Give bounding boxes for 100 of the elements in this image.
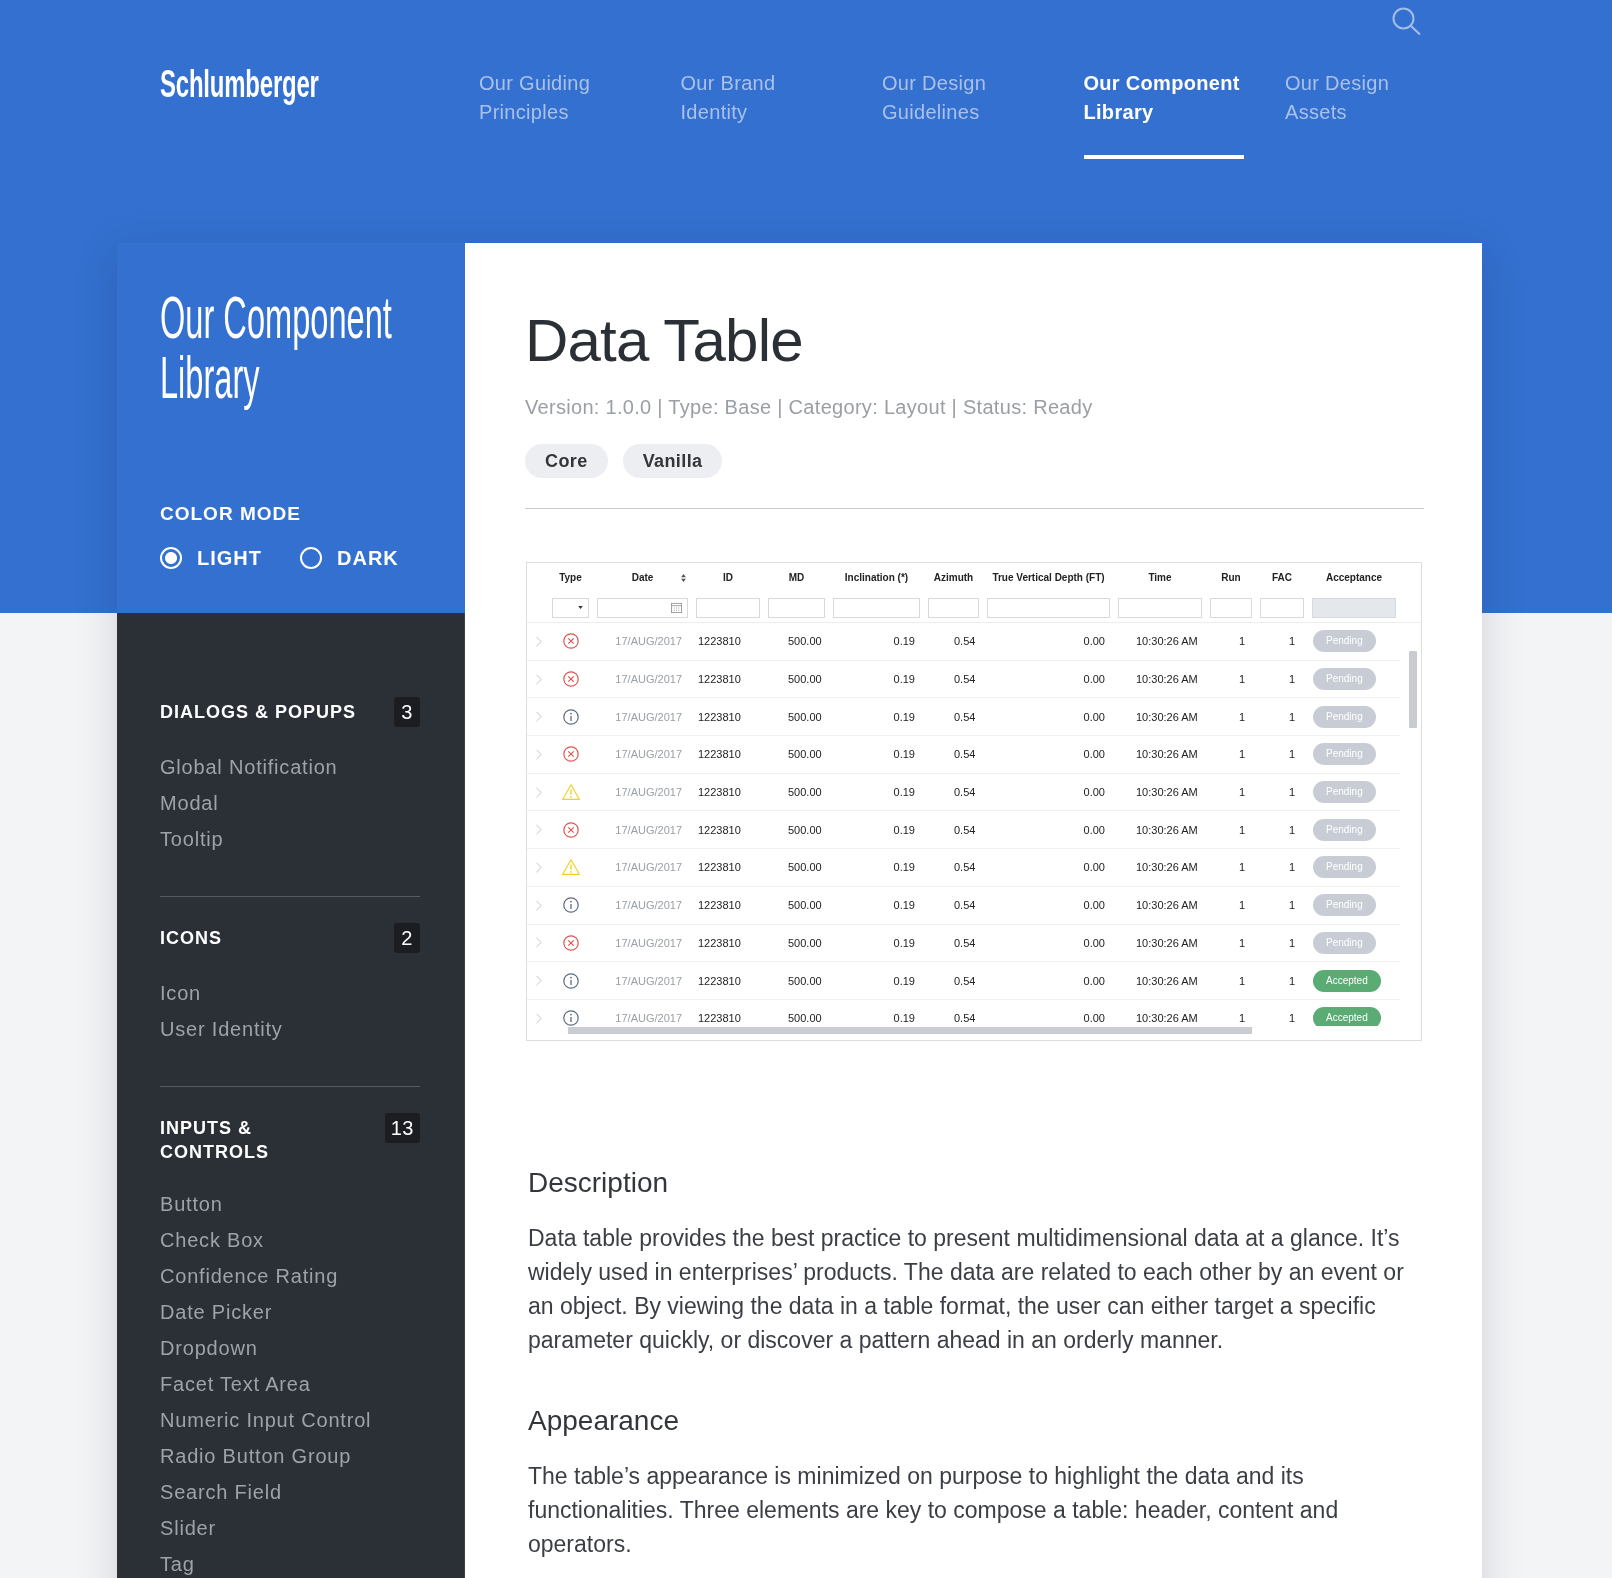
table-cell-text: 1 — [1238, 634, 1246, 649]
sidebar-link[interactable]: User Identity — [160, 1011, 283, 1047]
table-cell-text: 1223810 — [697, 935, 741, 950]
count-badge: 2 — [394, 923, 420, 953]
table-cell-text: 1 — [1288, 1011, 1296, 1026]
table-cell-text: 10:30:26 AM — [1135, 860, 1198, 875]
table-cell-text: 1223810 — [697, 672, 741, 687]
filter-field[interactable] — [987, 597, 1110, 618]
sidebar-link[interactable]: Tooltip — [160, 821, 224, 857]
tag[interactable]: Core — [525, 444, 608, 478]
filter-field[interactable] — [696, 597, 760, 618]
chevron-right-icon[interactable] — [535, 711, 542, 723]
color-mode-label: COLOR MODE — [160, 502, 301, 526]
error-icon — [562, 633, 579, 650]
warning-icon — [561, 784, 580, 801]
chevron-right-icon[interactable] — [535, 937, 542, 949]
table-cell-text: 1223810 — [697, 860, 741, 875]
chevron-right-icon[interactable] — [535, 748, 542, 760]
table-cell-text: 10:30:26 AM — [1135, 1011, 1198, 1026]
filter-field[interactable] — [1118, 597, 1202, 618]
table-cell-text: 1223810 — [697, 1011, 741, 1026]
count-badge: 3 — [394, 697, 420, 727]
table-cell-text: 17/AUG/2017 — [615, 935, 683, 950]
count-badge: 13 — [384, 1113, 420, 1143]
sidebar-link[interactable]: Facet Text Area — [160, 1366, 311, 1402]
table-cell-text: 1 — [1238, 672, 1246, 687]
chevron-right-icon[interactable] — [535, 975, 542, 987]
table-cell-text: 500.00 — [787, 860, 822, 875]
sidebar-link[interactable]: Slider — [160, 1510, 216, 1546]
logo-text[interactable]: Schlumberger — [160, 64, 319, 104]
section-heading: Appearance — [528, 1404, 679, 1438]
section-heading: Description — [528, 1166, 669, 1200]
filter-field[interactable] — [1260, 597, 1304, 618]
table-cell-text: 0.54 — [953, 672, 976, 687]
horizontal-scrollbar[interactable] — [568, 1027, 1252, 1034]
table-cell-text: 0.19 — [893, 747, 916, 762]
filter-field[interactable] — [1210, 597, 1252, 618]
sidebar-link[interactable]: Search Field — [160, 1474, 282, 1510]
table-cell-text: 0.54 — [953, 935, 976, 950]
table-cell-text: 17/AUG/2017 — [615, 822, 683, 837]
column-header: Type — [559, 571, 582, 585]
table-cell-text: 1223810 — [697, 709, 741, 724]
chevron-right-icon[interactable] — [535, 861, 542, 873]
sidebar-title: Our Component Library — [160, 288, 393, 408]
table-cell-text: 17/AUG/2017 — [615, 898, 683, 913]
radio-option[interactable]: DARK — [300, 545, 399, 571]
column-header[interactable]: Date — [631, 571, 654, 585]
sidebar-link[interactable]: Date Picker — [160, 1294, 273, 1330]
sidebar-link[interactable]: Confidence Rating — [160, 1258, 339, 1294]
filter-field[interactable] — [928, 597, 979, 618]
sidebar-link[interactable]: Radio Button Group — [160, 1438, 352, 1474]
sidebar-link[interactable]: Tag — [160, 1546, 195, 1578]
date-field[interactable] — [597, 597, 688, 618]
table-cell-text: 0.54 — [953, 747, 976, 762]
status-badge: Accepted — [1313, 1007, 1381, 1026]
vertical-scrollbar[interactable] — [1409, 651, 1417, 728]
table-cell-text: 17/AUG/2017 — [615, 973, 683, 988]
sidebar-link[interactable]: Numeric Input Control — [160, 1402, 372, 1438]
search-icon[interactable] — [1392, 7, 1421, 35]
chevron-right-icon[interactable] — [535, 1012, 542, 1024]
info-icon — [562, 1010, 579, 1026]
sidebar-link[interactable]: Dropdown — [160, 1330, 258, 1366]
table-cell-text: 10:30:26 AM — [1135, 973, 1198, 988]
nav-link[interactable]: Our Brand Identity — [680, 69, 841, 159]
table-cell-text: 0.19 — [893, 672, 916, 687]
table-cell-text: 0.00 — [1083, 935, 1106, 950]
table-cell-text: 0.00 — [1083, 672, 1106, 687]
error-icon — [562, 821, 579, 838]
table-cell-text: 1 — [1238, 747, 1246, 762]
nav-link[interactable]: Our Component Library — [1083, 69, 1244, 159]
radio-icon[interactable] — [300, 547, 322, 569]
sidebar-link[interactable]: Modal — [160, 785, 219, 821]
radio-option[interactable]: LIGHT — [160, 545, 262, 571]
chevron-right-icon[interactable] — [535, 824, 542, 836]
column-header: Inclination (*) — [844, 571, 909, 585]
chevron-right-icon[interactable] — [535, 899, 542, 911]
chevron-right-icon[interactable] — [535, 786, 542, 798]
filter-field[interactable] — [833, 597, 920, 618]
radio-icon[interactable] — [160, 547, 182, 569]
error-icon — [562, 746, 579, 763]
sidebar-link[interactable]: Button — [160, 1186, 223, 1222]
table-cell-text: 1 — [1288, 898, 1296, 913]
filter-dropdown[interactable] — [552, 597, 589, 618]
tag[interactable]: Vanilla — [622, 444, 723, 478]
nav-link[interactable]: Our Design Guidelines — [882, 69, 1042, 159]
chevron-right-icon[interactable] — [535, 673, 542, 685]
chevron-right-icon[interactable] — [535, 635, 542, 647]
filter-field[interactable] — [768, 597, 825, 618]
nav-link[interactable]: Our Guiding Principles — [479, 69, 639, 159]
sidebar-link[interactable]: Global Notification — [160, 749, 338, 785]
sidebar-link[interactable]: Check Box — [160, 1222, 264, 1258]
sort-icon[interactable] — [681, 574, 686, 582]
meta-text: Version: 1.0.0 | Type: Base | Category: Layout | Status: Ready — [525, 395, 1093, 420]
table-cell-text: 500.00 — [787, 634, 822, 649]
info-icon — [562, 897, 579, 914]
warning-icon — [561, 859, 580, 876]
column-header: Acceptance — [1325, 571, 1383, 585]
table-cell-text: 500.00 — [787, 747, 822, 762]
sidebar-link[interactable]: Icon — [160, 975, 201, 1011]
nav-link[interactable]: Our Design Assets — [1285, 69, 1445, 159]
